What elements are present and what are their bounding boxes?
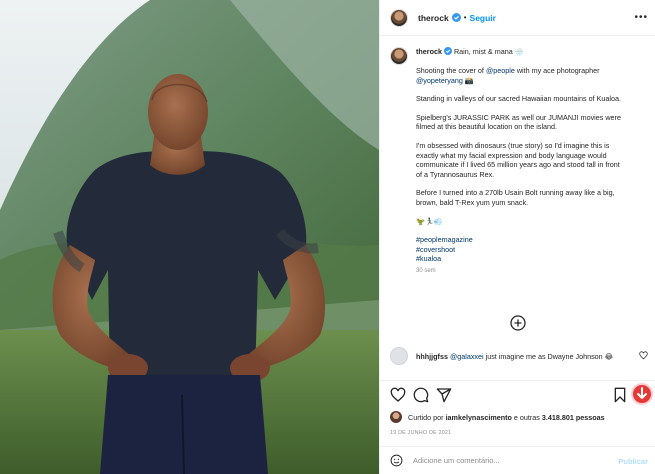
caption-line: exactly what my facial expression and bo… bbox=[416, 150, 607, 160]
caption-paragraph-1: Shooting the cover of @people with my ac… bbox=[416, 66, 648, 85]
caption-paragraph-3: Spielberg's JURASSIC PARK as well our JU… bbox=[416, 113, 648, 132]
caption-avatar[interactable] bbox=[390, 47, 408, 65]
photo-illustration bbox=[0, 0, 379, 474]
caption-line: filmed at this beautiful location on the… bbox=[416, 122, 558, 132]
caption-title-text: Rain, mist & mana 🌧️ bbox=[453, 47, 524, 56]
verified-badge-icon bbox=[451, 13, 461, 22]
caption-username[interactable]: therock bbox=[416, 47, 442, 56]
post-photo[interactable] bbox=[0, 0, 379, 474]
comment-text: hhhjjgfss @galaxxei just imagine me as D… bbox=[416, 352, 613, 361]
caption-header: therock Rain, mist & mana 🌧️ bbox=[390, 47, 648, 65]
comment-mention-link[interactable]: @galaxxei bbox=[450, 352, 484, 361]
post-header: therock • Seguir ••• bbox=[380, 0, 655, 36]
caption-line: brown, bald T-Rex yum yum snack. bbox=[416, 197, 529, 207]
likes-summary: Curtido por iamkelynascimento e outras 3… bbox=[390, 411, 605, 423]
caption-paragraph-5: Before I turned into a 270lb Usain Bolt … bbox=[416, 188, 648, 207]
hashtag-link[interactable]: #kualoa bbox=[416, 254, 648, 264]
hashtag-link[interactable]: #peoplemagazine bbox=[416, 235, 648, 245]
caption-body: Shooting the cover of @people with my ac… bbox=[416, 66, 648, 274]
caption-title: therock Rain, mist & mana 🌧️ bbox=[416, 47, 524, 57]
caption-line: of a Tyrannosaurus Rex. bbox=[416, 169, 495, 179]
comment-input[interactable] bbox=[413, 456, 603, 465]
comment-body: just imagine me as Dwayne Johnson 😂 bbox=[483, 351, 614, 361]
caption-paragraph-4: I'm obsessed with dinosaurs (true story)… bbox=[416, 141, 648, 179]
emoji-smiley-icon[interactable] bbox=[390, 454, 403, 467]
commenter-username[interactable]: hhhjjgfss bbox=[416, 352, 448, 361]
download-arrow-icon bbox=[637, 387, 647, 399]
save-bookmark-icon[interactable] bbox=[612, 387, 628, 403]
caption-line: communicate if I lived 65 million years … bbox=[416, 160, 620, 170]
liker-avatar[interactable] bbox=[390, 411, 402, 423]
likes-middle: e outras bbox=[511, 412, 542, 422]
caption-time-ago: 30 sem bbox=[416, 267, 436, 274]
likes-text: Curtido por iamkelynascimento e outras 3… bbox=[408, 413, 605, 422]
likes-prefix: Curtido por bbox=[408, 412, 446, 422]
commenter-avatar[interactable] bbox=[390, 347, 408, 365]
share-send-icon[interactable] bbox=[436, 387, 452, 403]
comment-bubble-icon[interactable] bbox=[413, 387, 429, 403]
hashtag-link[interactable]: #covershoot bbox=[416, 245, 648, 255]
separator-dot: • bbox=[463, 13, 467, 22]
like-heart-icon[interactable] bbox=[390, 387, 406, 403]
action-bar bbox=[380, 380, 655, 408]
author-avatar[interactable] bbox=[390, 8, 408, 27]
caption-line: Before I turned into a 270lb Usain Bolt … bbox=[416, 188, 615, 198]
post-side-panel: therock • Seguir ••• therock Rain, mist … bbox=[379, 0, 655, 474]
publish-button[interactable]: Publicar bbox=[618, 457, 648, 466]
post-date: 19 DE JUNHO DE 2021 bbox=[390, 430, 452, 436]
comment-item: hhhjjgfss @galaxxei just imagine me as D… bbox=[390, 347, 648, 365]
mention-photographer-link[interactable]: @yopeteryang bbox=[416, 76, 463, 85]
verified-badge-icon bbox=[443, 47, 452, 55]
likes-count[interactable]: 3.418.801 pessoas bbox=[542, 413, 605, 422]
hashtag-list: #peoplemagazine #covershoot #kualoa bbox=[416, 235, 648, 264]
add-comment-bar: Publicar bbox=[380, 446, 655, 474]
download-button[interactable] bbox=[631, 383, 653, 405]
author-username[interactable]: therock bbox=[418, 13, 449, 23]
load-more-comments-icon[interactable] bbox=[510, 315, 526, 331]
caption-emojis: 🦖🏃🏾‍♂️💨 bbox=[416, 216, 443, 226]
caption-line: I'm obsessed with dinosaurs (true story)… bbox=[416, 140, 610, 150]
caption-text: 📸 bbox=[462, 75, 474, 85]
caption-text: Shooting the cover of bbox=[416, 66, 486, 75]
caption-paragraph-2: Standing in valleys of our sacred Hawaii… bbox=[416, 94, 621, 104]
comment-like-heart-icon[interactable] bbox=[639, 351, 648, 360]
caption-area: therock Rain, mist & mana 🌧️ Shooting th… bbox=[380, 37, 655, 335]
mention-people-link[interactable]: @people bbox=[486, 66, 515, 75]
caption-line: Spielberg's JURASSIC PARK as well our JU… bbox=[416, 112, 621, 122]
more-options-icon[interactable]: ••• bbox=[634, 12, 648, 23]
caption-text: with my ace photographer bbox=[514, 66, 600, 75]
follow-button[interactable]: Seguir bbox=[470, 13, 496, 23]
liker-username[interactable]: iamkelynascimento bbox=[446, 413, 512, 422]
